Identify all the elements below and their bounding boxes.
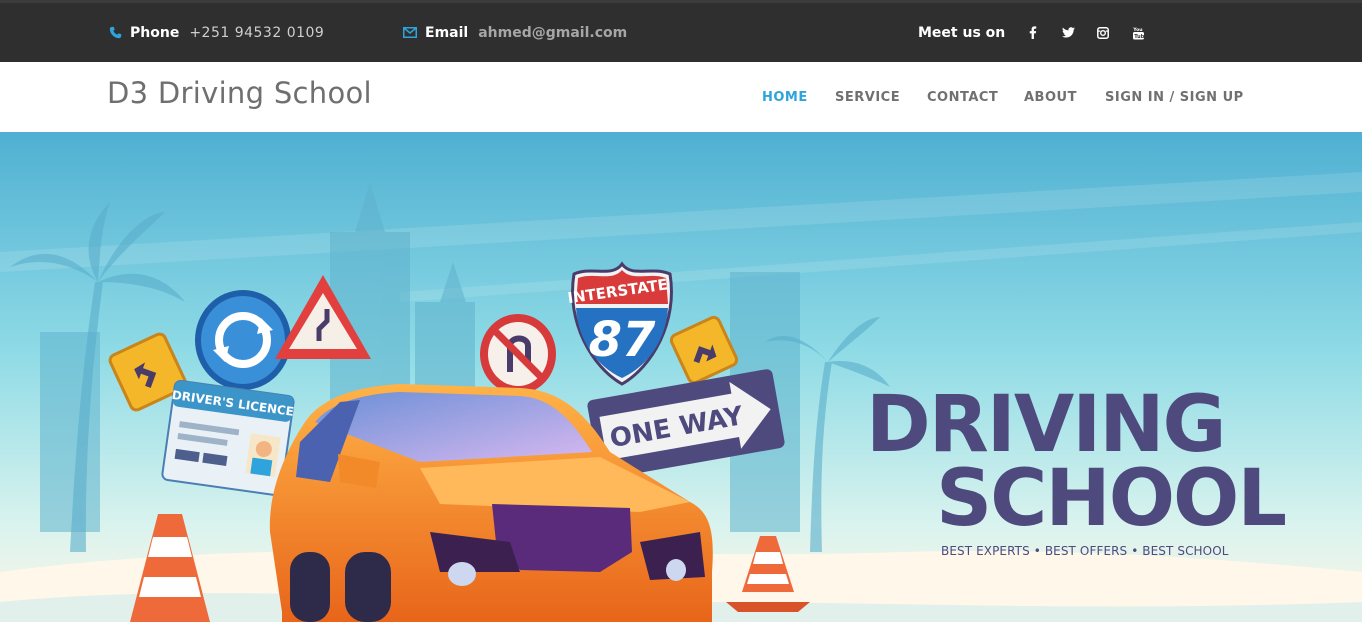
nav-about[interactable]: ABOUT [1024,90,1077,105]
email-contact: Email ahmed@gmail.com [403,3,627,62]
phone-value[interactable]: +251 94532 0109 [189,25,324,41]
hero-subtitle: BEST EXPERTS • BEST OFFERS • BEST SCHOOL [941,544,1229,558]
email-label: Email [425,24,469,41]
email-value[interactable]: ahmed@gmail.com [478,25,627,41]
brand-logo[interactable]: D3 Driving School [107,76,372,110]
hero-title-school: SCHOOL [936,454,1287,544]
main-navbar: D3 Driving School HOME SERVICE CONTACT A… [0,62,1362,132]
svg-text:Tube: Tube [1134,34,1144,40]
facebook-icon[interactable] [1026,26,1040,40]
social-links: Meet us on YouTube [918,3,1145,62]
nav-service[interactable]: SERVICE [835,90,900,105]
youtube-icon[interactable]: YouTube [1131,26,1145,40]
phone-label: Phone [130,24,180,41]
nav-home[interactable]: HOME [762,90,808,105]
nav-sign-in-sign-up[interactable]: SIGN IN / SIGN UP [1105,90,1244,105]
top-bar: Phone +251 94532 0109 Email ahmed@gmail.… [0,0,1362,62]
phone-icon [109,26,122,39]
nav-contact[interactable]: CONTACT [927,90,998,105]
twitter-icon[interactable] [1061,26,1075,40]
envelope-icon [403,27,417,38]
interstate-number: 87 [589,312,656,368]
instagram-icon[interactable] [1096,26,1110,40]
social-label: Meet us on [918,24,1006,41]
hero-banner: INTERSTATE 87 ONE WAY DRIVER'S LICENCE D… [0,132,1362,622]
phone-contact: Phone +251 94532 0109 [109,3,324,62]
